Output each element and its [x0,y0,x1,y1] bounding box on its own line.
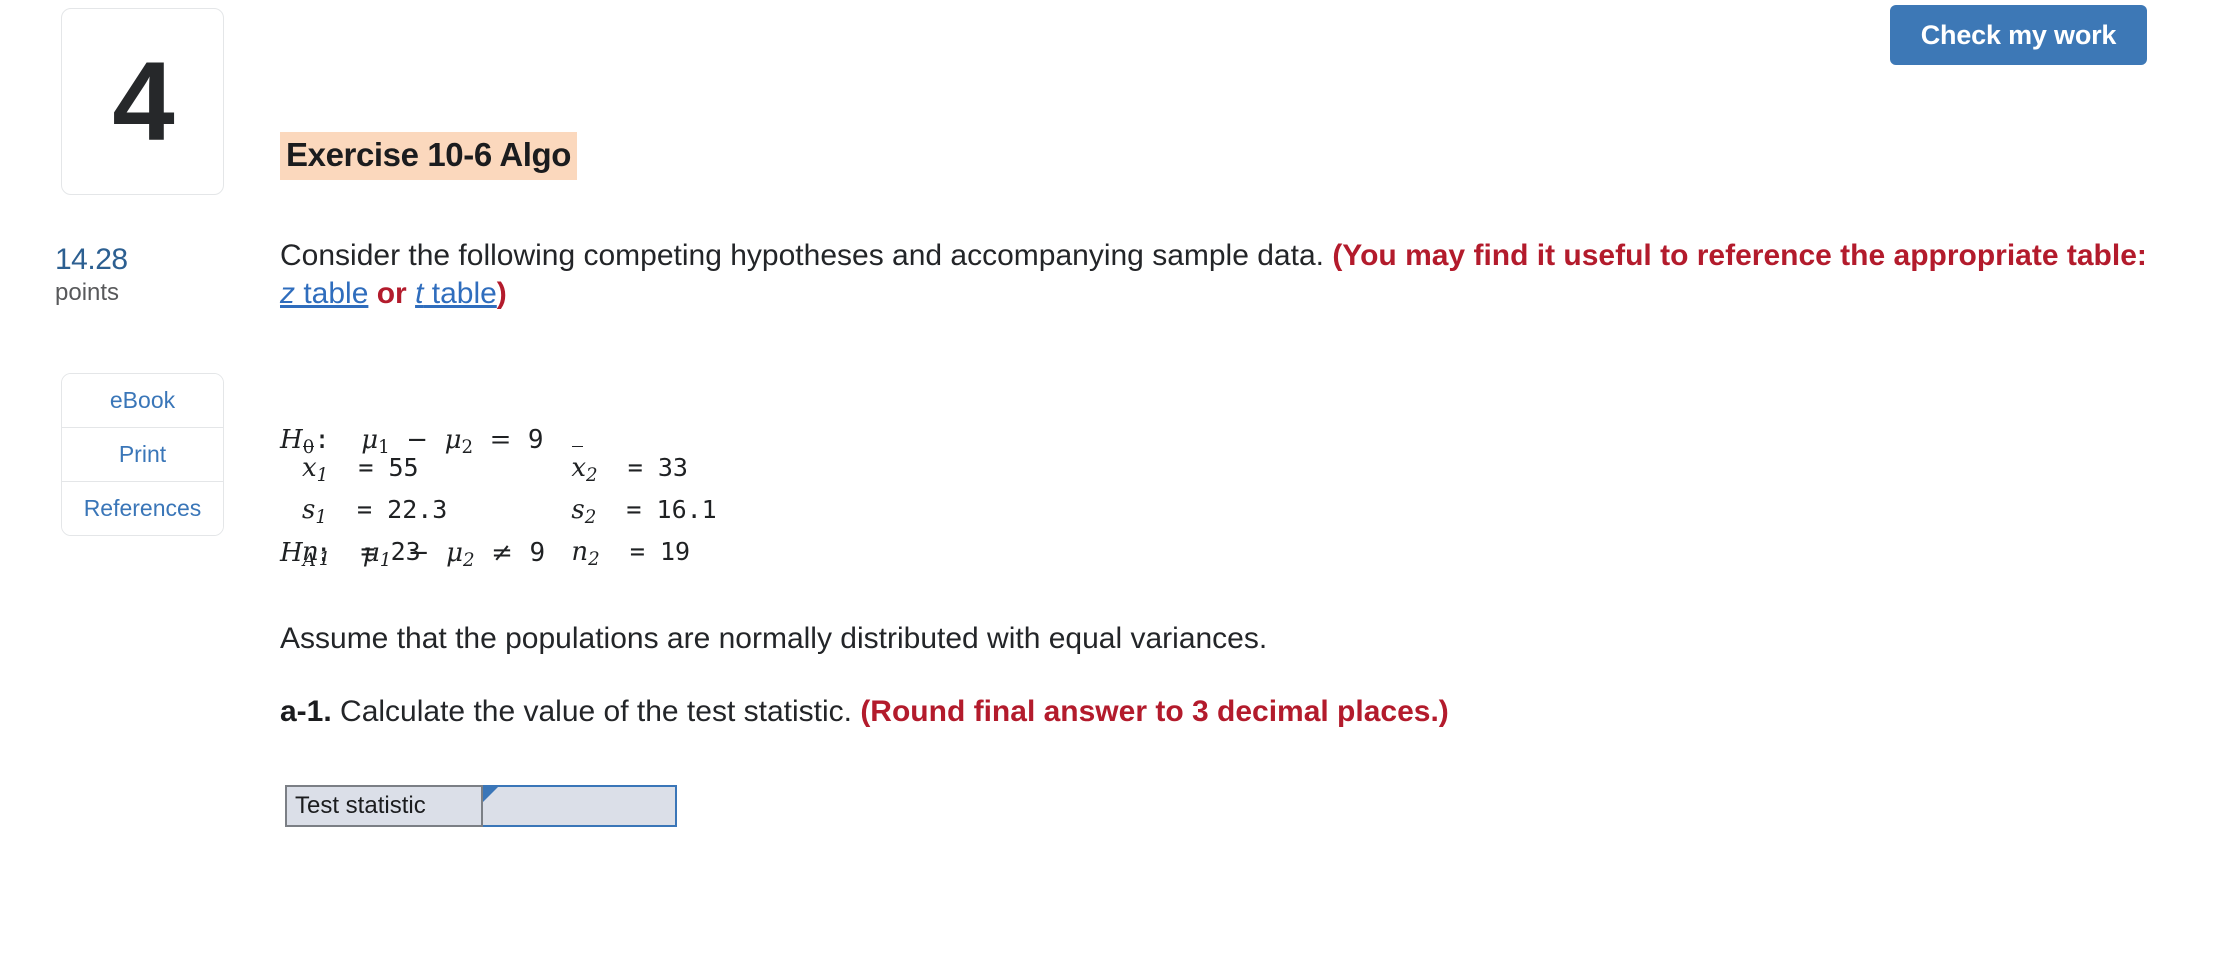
page-title: Exercise 10-6 Algo [280,132,578,180]
sample-data-table: x1 = 55 x2 = 33 s1 = 22.3 s2 = 16.1 n1 =… [302,445,717,574]
prompt-plain-text: Consider the following competing hypothe… [280,239,1333,272]
question-number-box: 4 [61,8,224,195]
s2-subscript: 2 [584,506,597,528]
sample-data-block: x1 = 55 x2 = 33 s1 = 22.3 s2 = 16.1 n1 =… [302,445,717,574]
sample1-size-cell: n1 = 23 [302,532,447,574]
n2-subscript: 2 [588,548,600,570]
check-my-work-button[interactable]: Check my work [1890,5,2147,65]
references-button[interactable]: References [62,482,223,535]
z-table-link[interactable]: z table [280,277,368,310]
s1-value: 22.3 [387,494,448,524]
question-a1-rounding-note: (Round final answer to 3 decimal places.… [860,695,1449,728]
test-statistic-input-cell[interactable] [481,785,677,827]
column-gap [447,490,571,532]
question-number: 4 [112,38,174,164]
t-table-link-rest: table [423,277,497,311]
points-label: points [55,279,120,306]
n2-symbol: n [571,536,589,567]
x2-value: 33 [657,453,688,482]
x1-subscript: 1 [316,465,329,487]
n1-subscript: 1 [318,548,331,570]
sample2-size-cell: n2 = 19 [571,532,716,574]
exercise-prompt: Consider the following competing hypothe… [280,237,2160,314]
s1-subscript: 1 [315,506,327,528]
h0-symbol: H [280,424,303,455]
question-rail: 4 14.28 points eBook Print References [0,0,230,960]
test-statistic-input[interactable] [483,787,675,825]
prompt-red-lead: (You may find it useful to reference the… [1332,239,2147,272]
table-row: n1 = 23 n2 = 19 [302,532,717,574]
n1-equals: = [360,536,376,566]
column-gap [447,532,571,574]
sample2-mean-cell: x2 = 33 [571,445,716,490]
n1-value: 23 [390,536,421,566]
answer-table: Test statistic [285,785,677,827]
n1-symbol: n [302,536,319,567]
print-button[interactable]: Print [62,428,223,482]
assumption-text: Assume that the populations are normally… [280,622,1268,655]
x1-equals: = [358,453,374,482]
sample1-sd-cell: s1 = 22.3 [302,490,447,532]
x2-equals: = [627,453,643,482]
test-statistic-label: Test statistic [285,785,483,827]
question-a1: a-1. Calculate the value of the test sta… [280,695,1449,729]
rail-button-group: eBook Print References [61,373,224,536]
z-table-link-italic: z [280,277,295,311]
n2-value: 19 [659,536,691,566]
n2-equals: = [629,536,645,566]
x1-bar-symbol: x [302,445,317,489]
sample2-sd-cell: s2 = 16.1 [571,490,716,532]
table-row: x1 = 55 x2 = 33 [302,445,717,490]
x2-bar-symbol: x [571,445,586,489]
table-row: Test statistic [285,785,677,827]
s1-symbol: s [302,494,316,525]
points-value: 14.28 [55,243,128,276]
table-row: s1 = 22.3 s2 = 16.1 [302,490,717,532]
sample1-mean-cell: x1 = 55 [302,445,447,490]
question-a1-tag: a-1. [280,695,332,728]
s2-value: 16.1 [656,494,717,524]
x2-subscript: 2 [586,465,598,487]
s2-equals: = [626,494,642,524]
question-a1-text: Calculate the value of the test statisti… [331,695,861,728]
s2-symbol: s [571,494,585,525]
s1-equals: = [357,494,373,524]
ha-symbol: H [280,537,303,568]
column-gap [447,448,571,490]
t-table-link[interactable]: t table [415,277,497,310]
x1-value: 55 [388,453,419,482]
z-table-link-rest: table [295,277,369,311]
prompt-red-or: or [368,277,416,311]
ebook-button[interactable]: eBook [62,374,223,428]
prompt-red-close: ) [496,277,507,311]
